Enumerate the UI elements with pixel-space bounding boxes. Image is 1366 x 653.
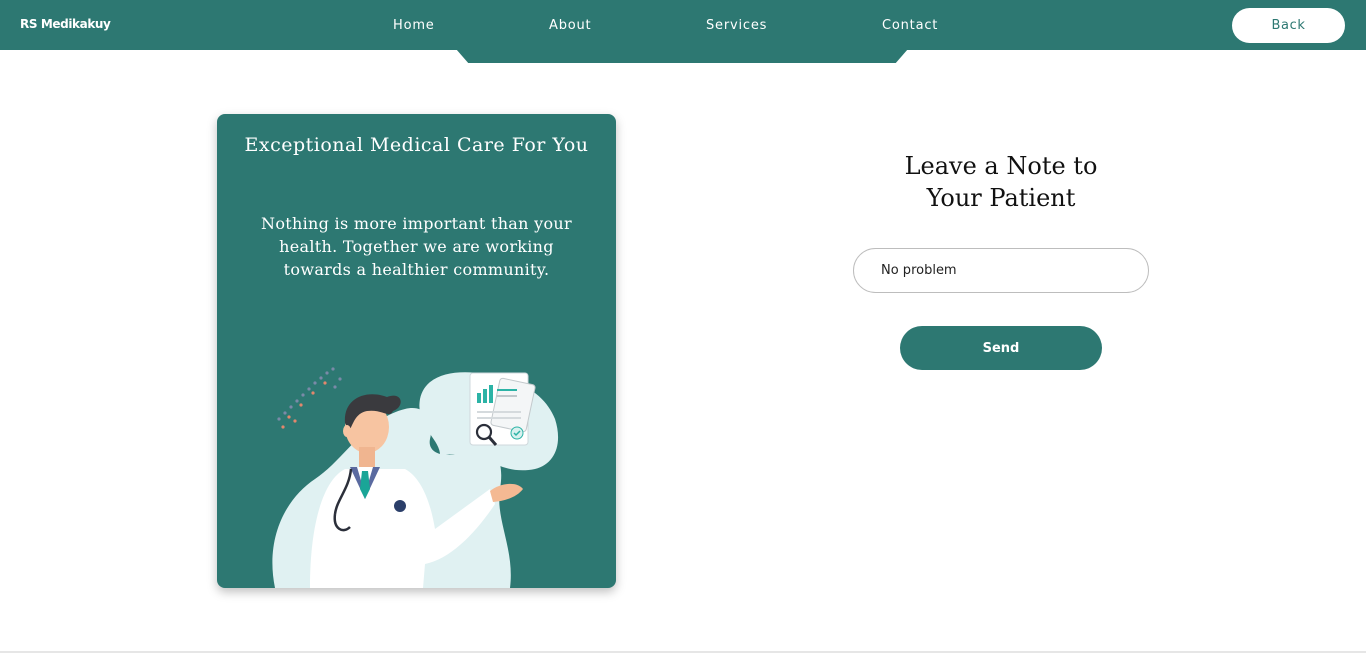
nav-about-link[interactable]: About — [549, 18, 591, 33]
nav-tab-decoration — [456, 49, 908, 63]
doctor-illustration-icon — [272, 367, 559, 588]
nav-services-link[interactable]: Services — [706, 18, 767, 33]
note-input[interactable] — [853, 248, 1149, 293]
send-button[interactable]: Send — [900, 326, 1102, 370]
back-button[interactable]: Back — [1232, 8, 1345, 43]
note-title: Leave a Note to Your Patient — [851, 150, 1151, 214]
brand-logo[interactable]: RS Medikakuy — [20, 17, 111, 31]
note-title-line-1: Leave a Note to — [904, 152, 1098, 180]
note-title-line-2: Your Patient — [926, 184, 1076, 212]
card-text: Nothing is more important than your heal… — [261, 214, 572, 279]
navbar — [0, 0, 1366, 50]
nav-home-link[interactable]: Home — [393, 18, 435, 33]
info-card: Exceptional Medical Care For You Nothing… — [217, 114, 616, 588]
nav-contact-link[interactable]: Contact — [882, 18, 938, 33]
card-title: Exceptional Medical Care For You — [244, 134, 589, 156]
